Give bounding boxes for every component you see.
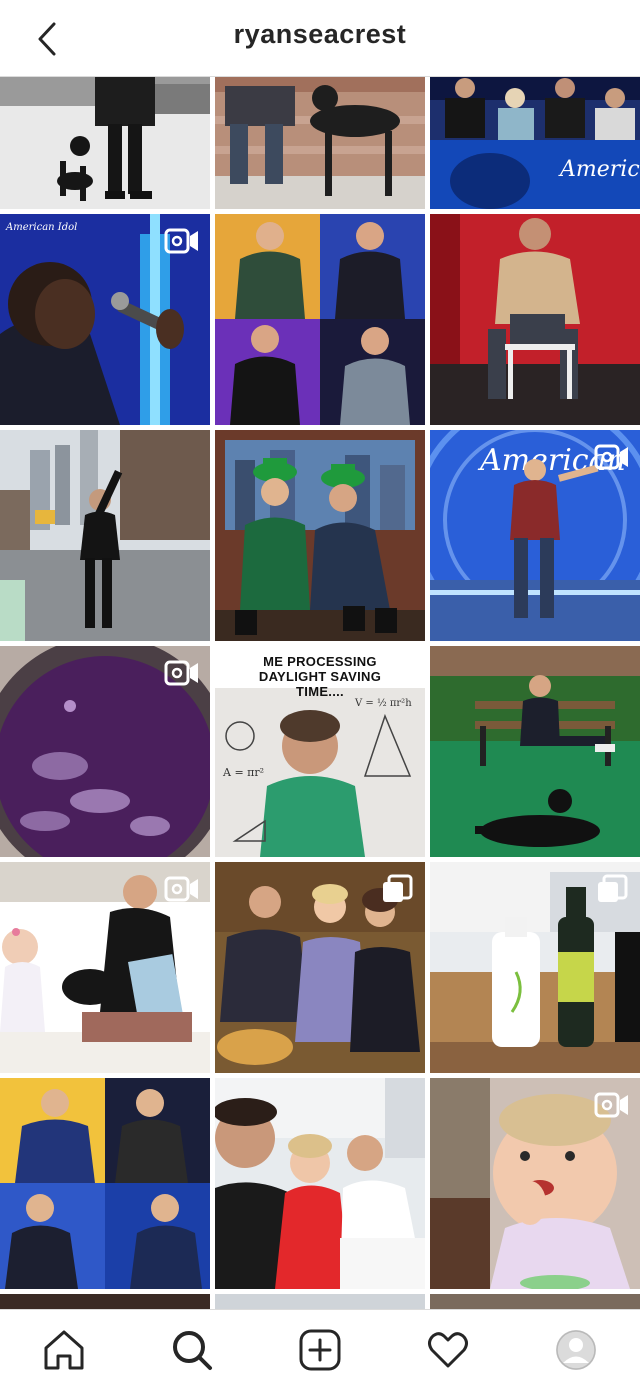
post-image — [215, 1078, 425, 1289]
nav-activity-button[interactable] — [426, 1328, 470, 1372]
post-tile[interactable]: American Idol — [0, 214, 210, 425]
post-tile[interactable]: American — [430, 430, 640, 641]
post-tile[interactable] — [430, 1294, 640, 1309]
igtv-icon — [164, 876, 198, 902]
post-image — [215, 214, 425, 425]
post-tile[interactable] — [430, 646, 640, 857]
posts-grid: Americ American Idol American A = πr² V … — [0, 76, 640, 1309]
post-tile[interactable] — [215, 1294, 425, 1309]
nav-profile-button[interactable] — [554, 1328, 598, 1372]
post-tile[interactable] — [430, 1078, 640, 1289]
meme-caption: ME PROCESSING DAYLIGHT SAVING TIME.... — [258, 654, 382, 699]
post-tile[interactable] — [430, 862, 640, 1073]
post-tile[interactable] — [430, 214, 640, 425]
svg-text:A = πr²: A = πr² — [222, 766, 264, 779]
post-tile[interactable] — [0, 862, 210, 1073]
avatar-icon — [556, 1330, 596, 1370]
post-image — [430, 214, 640, 425]
post-tile[interactable] — [215, 214, 425, 425]
post-tile[interactable] — [0, 1294, 210, 1309]
post-tile[interactable] — [0, 76, 210, 209]
post-image — [430, 646, 640, 857]
profile-username-title: ryanseacrest — [233, 19, 407, 49]
post-tile[interactable] — [215, 76, 425, 209]
svg-text:Americ: Americ — [558, 157, 640, 182]
post-tile[interactable]: A = πr² V = ½ πr²h ME PROCESSING DAYLIGH… — [215, 646, 425, 857]
post-image — [215, 430, 425, 641]
heart-icon — [428, 1332, 468, 1368]
nav-new-post-button[interactable] — [298, 1328, 342, 1372]
nav-search-button[interactable] — [170, 1328, 214, 1372]
post-tile[interactable] — [215, 1078, 425, 1289]
igtv-icon — [594, 1092, 628, 1118]
post-tile[interactable]: Americ — [430, 76, 640, 209]
post-image — [0, 1078, 210, 1289]
home-icon — [44, 1330, 84, 1370]
post-tile[interactable] — [215, 862, 425, 1073]
post-tile[interactable] — [0, 646, 210, 857]
bottom-navigation — [0, 1309, 640, 1387]
nav-home-button[interactable] — [42, 1328, 86, 1372]
search-icon — [173, 1331, 212, 1370]
igtv-icon — [164, 228, 198, 254]
carousel-icon — [598, 874, 628, 902]
post-tile[interactable] — [215, 430, 425, 641]
igtv-icon — [164, 660, 198, 686]
plus-square-icon — [299, 1329, 341, 1371]
post-tile[interactable] — [0, 430, 210, 641]
post-image — [0, 76, 210, 209]
top-bar: ryanseacrest — [0, 0, 640, 77]
svg-text:V = ½ πr²h: V = ½ πr²h — [354, 698, 412, 709]
igtv-icon — [594, 444, 628, 470]
brand-watermark: American Idol — [6, 222, 78, 233]
post-tile[interactable] — [0, 1078, 210, 1289]
carousel-icon — [383, 874, 413, 902]
post-image: Americ — [430, 76, 640, 209]
post-image — [0, 430, 210, 641]
post-image — [215, 76, 425, 209]
